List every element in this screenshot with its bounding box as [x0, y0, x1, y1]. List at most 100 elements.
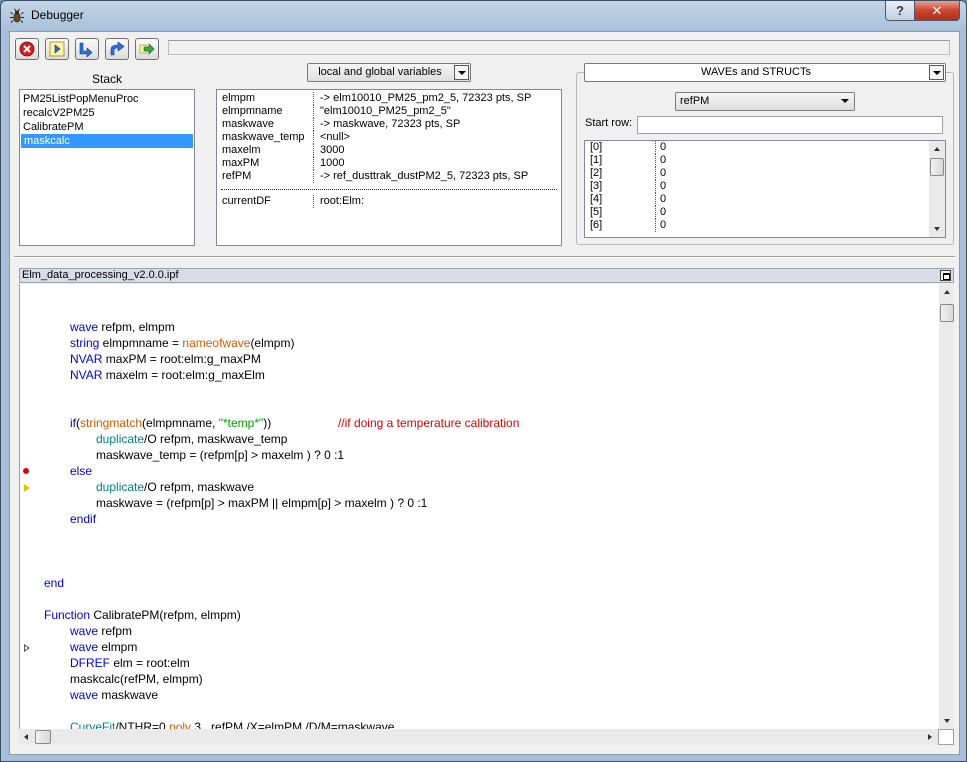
chevron-down-icon — [929, 65, 944, 80]
step-into-icon — [79, 42, 93, 57]
wave-row-index: [3] — [590, 180, 603, 192]
variable-row[interactable]: refPM -> ref_dusttrak_dustPM2_5, 72323 pt… — [221, 170, 557, 183]
stop-icon — [19, 41, 35, 57]
scroll-thumb[interactable] — [930, 158, 944, 176]
wave-row[interactable]: [5] 0 — [585, 206, 945, 219]
close-button[interactable]: ✕ — [914, 1, 960, 21]
variable-name: maxelm — [222, 144, 261, 156]
variable-value: 1000 — [320, 157, 345, 169]
code-line: Function CalibratePM(refpm, elmpm) — [44, 608, 241, 622]
step-over-button[interactable] — [105, 38, 129, 60]
column-separator — [655, 206, 656, 219]
code-vertical-scrollbar[interactable] — [939, 284, 954, 729]
scroll-up-icon[interactable] — [939, 284, 954, 300]
variable-row[interactable]: maxelm 3000 — [221, 144, 557, 157]
scroll-down-icon[interactable] — [929, 221, 945, 237]
scroll-thumb[interactable] — [35, 730, 51, 744]
variable-row[interactable]: maskwave -> maskwave, 72323 pts, SP — [221, 118, 557, 131]
code-line: duplicate/O refpm, maskwave_temp — [96, 432, 288, 446]
start-row-label: Start row: — [585, 117, 633, 129]
code-line: CurveFit/NTHR=0 poly 3, refPM /X=elmPM /… — [70, 720, 395, 729]
column-separator — [655, 219, 656, 232]
code-editor[interactable]: wave refpm, elmpm string elmpmname = nam… — [19, 284, 954, 729]
variable-row[interactable]: currentDF root:Elm: — [221, 195, 557, 208]
help-button[interactable]: ? — [885, 1, 915, 21]
debugger-client-area: Stack PM25ListPopMenuProc recalcV2PM25 C… — [9, 31, 960, 755]
window-title: Debugger — [31, 8, 84, 22]
code-line: NVAR maxPM = root:elm:g_maxPM — [70, 352, 261, 366]
variable-row[interactable]: maskwave_temp <null> — [221, 131, 557, 144]
wave-row-value: 0 — [660, 206, 667, 218]
variable-scope-dropdown[interactable]: local and global variables — [307, 63, 471, 82]
procedure-file-name: Elm_data_processing_v2.0.0.ipf — [22, 269, 179, 281]
scrollbar-corner — [938, 729, 954, 745]
column-separator — [313, 131, 314, 144]
scroll-right-icon[interactable] — [922, 729, 938, 745]
stop-button[interactable] — [15, 38, 39, 60]
wave-list-scrollbar[interactable] — [929, 141, 945, 237]
wave-row-index: [4] — [590, 193, 603, 205]
variable-value: root:Elm: — [320, 195, 365, 207]
column-separator — [313, 118, 314, 131]
variable-value: "elm10010_PM25_pm2_5" — [320, 105, 451, 117]
pane-divider[interactable] — [14, 256, 955, 258]
stack-item[interactable]: PM25ListPopMenuProc — [20, 92, 194, 106]
variable-value: -> ref_dusttrak_dustPM2_5, 72323 pts, SP — [320, 170, 529, 182]
stack-item[interactable]: CalibratePM — [20, 120, 194, 134]
wave-select-value: refPM — [680, 95, 710, 107]
wave-row[interactable]: [1] 0 — [585, 154, 945, 167]
start-row-input[interactable] — [637, 116, 943, 134]
breakpoint-icon[interactable] — [23, 468, 29, 474]
wave-select-dropdown[interactable]: refPM — [675, 92, 855, 111]
scroll-down-icon[interactable] — [939, 713, 954, 729]
code-line: wave maskwave — [70, 688, 159, 702]
scroll-thumb[interactable] — [940, 304, 954, 322]
code-line: endif — [70, 512, 97, 526]
variable-name: refPM — [222, 170, 252, 182]
column-separator — [313, 92, 314, 105]
wave-row-index: [6] — [590, 219, 603, 231]
go-button[interactable] — [45, 38, 69, 60]
wave-row[interactable]: [0] 0 — [585, 141, 945, 154]
code-line: end — [44, 576, 65, 590]
column-separator — [655, 141, 656, 154]
wave-row[interactable]: [2] 0 — [585, 167, 945, 180]
wave-row[interactable]: [3] 0 — [585, 180, 945, 193]
stack-item-selected[interactable]: maskcalc — [21, 134, 193, 148]
wave-row-value: 0 — [660, 219, 667, 231]
code-line: else — [70, 464, 93, 478]
wave-row[interactable]: [4] 0 — [585, 193, 945, 206]
wave-row-value: 0 — [660, 193, 667, 205]
stack-item[interactable]: recalcV2PM25 — [20, 106, 194, 120]
column-separator — [313, 144, 314, 157]
title-bar[interactable]: Debugger ? ✕ — [1, 1, 966, 31]
wave-row[interactable]: [6] 0 — [585, 219, 945, 232]
local-global-divider — [221, 189, 557, 190]
breakpoint-gutter[interactable] — [20, 284, 40, 729]
waves-type-dropdown[interactable]: WAVEs and STRUCTs — [584, 63, 946, 82]
maximize-icon[interactable] — [940, 270, 951, 281]
step-into-button[interactable] — [75, 38, 99, 60]
code-line: wave elmpm — [70, 640, 138, 654]
code-line: maskcalc(refPM, elmpm) — [70, 672, 203, 686]
variable-row[interactable]: maxPM 1000 — [221, 157, 557, 170]
variables-list[interactable]: elmpm -> elm10010_PM25_pm2_5, 72323 pts, … — [216, 89, 562, 246]
variable-name: currentDF — [222, 195, 271, 207]
chevron-down-icon — [838, 94, 853, 109]
wave-row-index: [2] — [590, 167, 603, 179]
wave-values-list[interactable]: [0] 0 [1] 0 [2] 0 [3] 0 [4] 0 [5] 0 [6] 0 — [584, 140, 946, 238]
waves-type-value: WAVEs and STRUCTs — [700, 66, 812, 78]
procedure-file-tab: Elm_data_processing_v2.0.0.ipf — [19, 268, 954, 283]
variable-name: maskwave_temp — [222, 131, 305, 143]
code-horizontal-scrollbar[interactable] — [19, 729, 938, 745]
scroll-left-icon[interactable] — [19, 729, 35, 745]
variable-row[interactable]: elmpm -> elm10010_PM25_pm2_5, 72323 pts, … — [221, 92, 557, 105]
column-separator — [313, 195, 314, 208]
stack-list[interactable]: PM25ListPopMenuProc recalcV2PM25 Calibra… — [19, 89, 195, 246]
step-out-button[interactable] — [135, 38, 159, 60]
column-separator — [655, 193, 656, 206]
bug-icon — [10, 8, 24, 23]
scroll-up-icon[interactable] — [929, 141, 945, 157]
variable-row[interactable]: elmpmname "elm10010_PM25_pm2_5" — [221, 105, 557, 118]
code-line: wave refpm — [70, 624, 133, 638]
